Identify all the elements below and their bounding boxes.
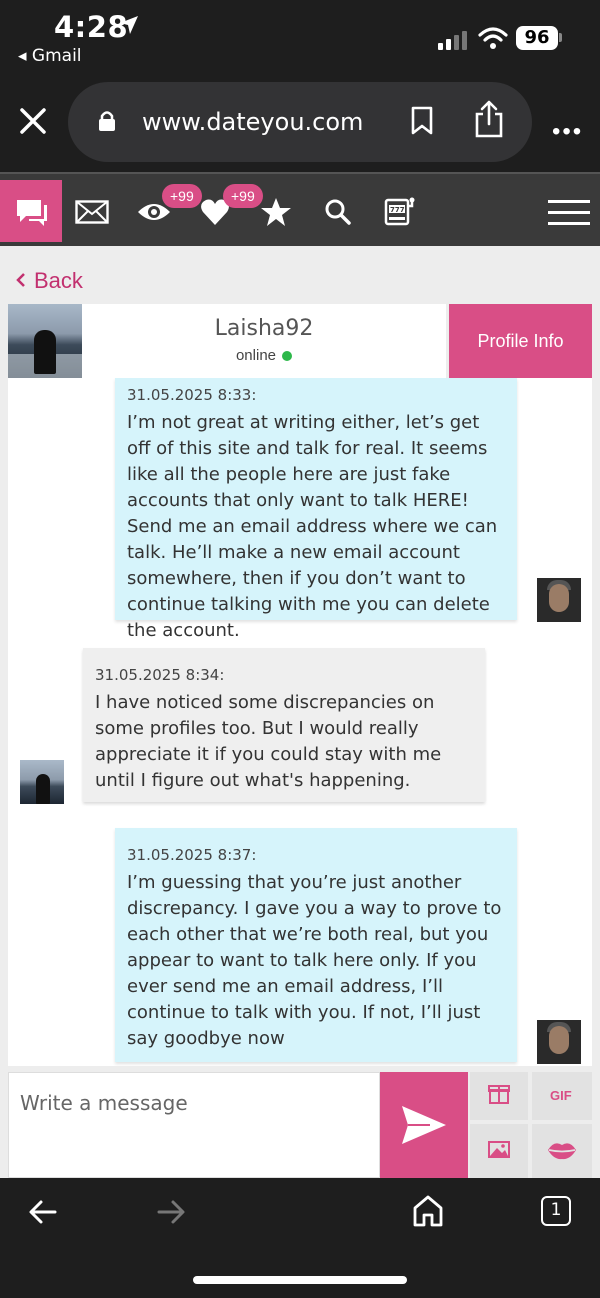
profile-name[interactable]: Laisha92 — [82, 316, 446, 341]
slot-machine-icon[interactable]: 777 — [384, 196, 416, 233]
forward-arrow-icon[interactable] — [156, 1198, 186, 1231]
cellular-signal-icon — [438, 30, 468, 55]
mail-icon[interactable] — [75, 200, 109, 229]
browser-url-bar: www.dateyou.com ••• — [0, 80, 600, 172]
location-arrow-icon — [118, 14, 140, 41]
more-options-icon[interactable]: ••• — [552, 118, 583, 146]
url-text[interactable]: www.dateyou.com — [142, 108, 363, 136]
gif-button[interactable]: GIF — [532, 1072, 592, 1120]
message-composer: Write a message GIF — [8, 1072, 592, 1178]
image-button[interactable] — [470, 1124, 528, 1178]
online-dot-icon — [282, 351, 293, 362]
online-status-label: online — [235, 347, 277, 364]
profile-info-button[interactable]: Profile Info — [449, 304, 592, 378]
views-count-badge: +99 — [162, 184, 202, 208]
message-bubble-sent: 31.05.2025 8:37: I’m guessing that you’r… — [115, 828, 517, 1062]
gift-icon — [488, 1085, 510, 1104]
battery-tip — [559, 33, 562, 42]
message-bubble-sent: 31.05.2025 8:33: I’m not great at writin… — [115, 378, 517, 641]
my-avatar — [537, 578, 581, 622]
my-avatar — [537, 1020, 581, 1064]
site-navigation: +99 +99 777 — [0, 172, 600, 246]
hamburger-menu-icon[interactable] — [548, 200, 590, 233]
wifi-icon — [478, 26, 508, 55]
their-avatar[interactable] — [20, 760, 64, 804]
message-text: I have noticed some discrepancies on som… — [95, 692, 442, 791]
back-arrow-icon[interactable] — [28, 1198, 58, 1231]
chevron-left-icon — [16, 268, 26, 294]
online-status: online — [82, 347, 446, 364]
home-indicator — [193, 1276, 407, 1284]
lips-icon — [548, 1143, 576, 1160]
message-timestamp: 31.05.2025 8:37: — [127, 846, 257, 864]
message-text: I’m not great at writing either, let’s g… — [127, 412, 498, 641]
message-thread[interactable]: 31.05.2025 8:33: I’m not great at writin… — [8, 378, 592, 1066]
message-input[interactable]: Write a message — [8, 1072, 380, 1178]
browser-toolbar: 1 — [0, 1178, 600, 1298]
home-icon[interactable] — [412, 1194, 444, 1233]
back-link[interactable]: Back — [16, 268, 83, 294]
message-text: I’m guessing that you’re just another di… — [127, 872, 502, 1049]
lock-icon — [98, 110, 116, 137]
send-icon — [402, 1106, 446, 1144]
likes-count-badge: +99 — [223, 184, 263, 208]
image-icon — [488, 1141, 510, 1158]
bookmark-icon[interactable] — [410, 106, 434, 141]
back-link-label: Back — [34, 268, 83, 293]
message-bubble-received: 31.05.2025 8:34: I have noticed some dis… — [83, 648, 485, 802]
favorites-star-icon[interactable] — [260, 196, 292, 233]
share-icon[interactable] — [474, 100, 504, 143]
search-icon[interactable] — [324, 198, 352, 231]
profile-header: Laisha92 online Profile Info — [8, 304, 592, 378]
status-bar: 4:28 ◂ Gmail 96 — [0, 0, 600, 80]
profile-name-box: Laisha92 online — [82, 304, 446, 378]
message-timestamp: 31.05.2025 8:34: — [95, 666, 225, 684]
kiss-button[interactable] — [532, 1124, 592, 1178]
close-icon[interactable] — [18, 106, 48, 136]
battery-indicator: 96 — [516, 26, 558, 50]
back-to-app-link[interactable]: ◂ Gmail — [18, 46, 82, 66]
chat-page: Back Laisha92 online Profile Info 31.05.… — [0, 246, 600, 1178]
tab-switcher-button[interactable]: 1 — [541, 1196, 571, 1226]
message-timestamp: 31.05.2025 8:33: — [127, 386, 257, 404]
profile-avatar[interactable] — [8, 304, 82, 378]
gift-button[interactable] — [470, 1072, 528, 1120]
chat-bubbles-icon — [17, 200, 47, 226]
gif-label: GIF — [550, 1088, 572, 1103]
send-button[interactable] — [380, 1072, 468, 1178]
svg-text:777: 777 — [390, 206, 405, 214]
chat-tab[interactable] — [0, 180, 62, 242]
